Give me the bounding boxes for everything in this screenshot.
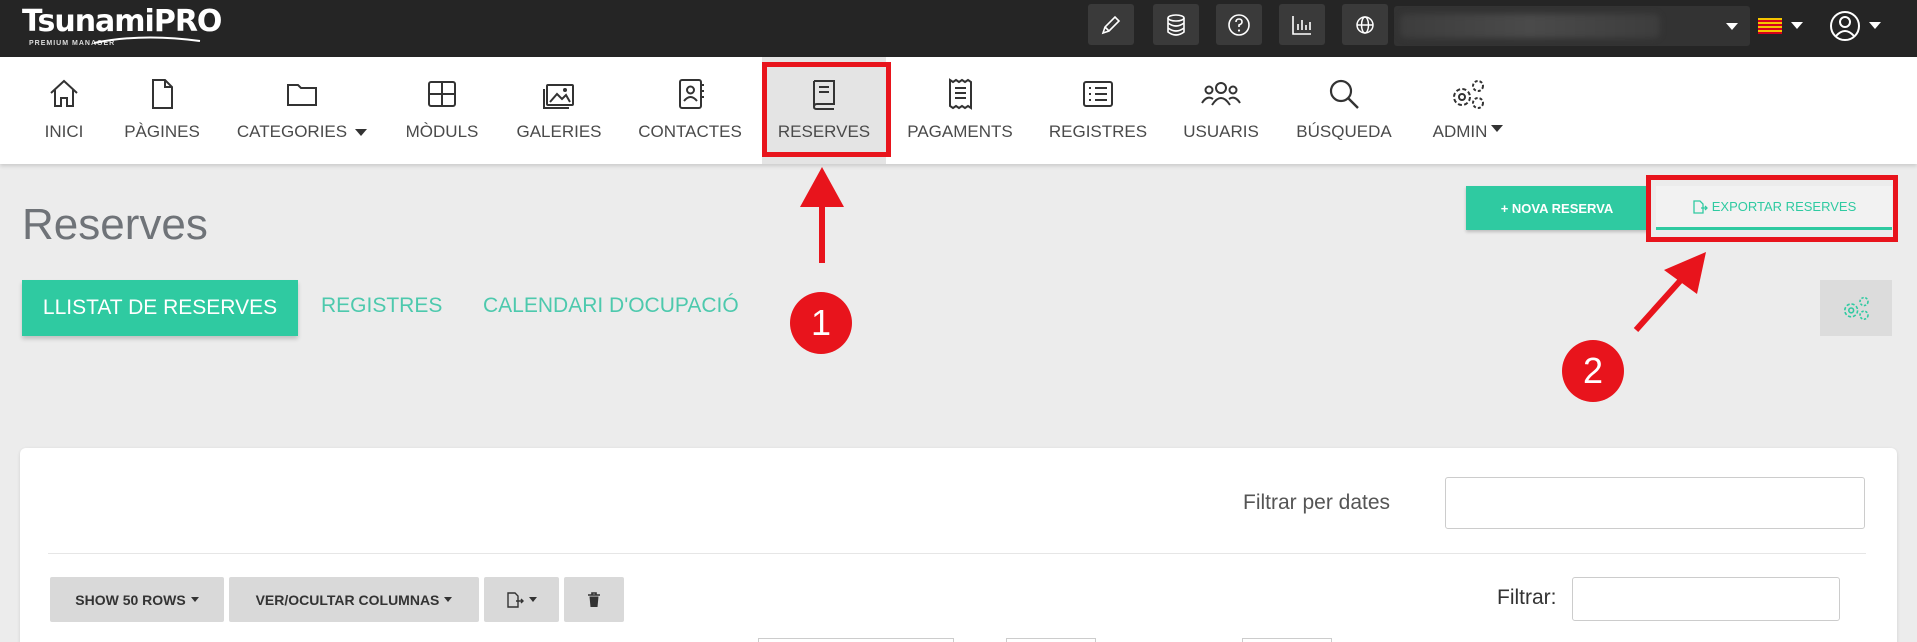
annotation-badge-2: 2 bbox=[1562, 340, 1624, 402]
annotation-arrows bbox=[800, 167, 1706, 333]
annotation-badge-1: 1 bbox=[790, 292, 852, 354]
arrow-1-head bbox=[800, 167, 844, 207]
arrow-2-line bbox=[1633, 278, 1683, 333]
